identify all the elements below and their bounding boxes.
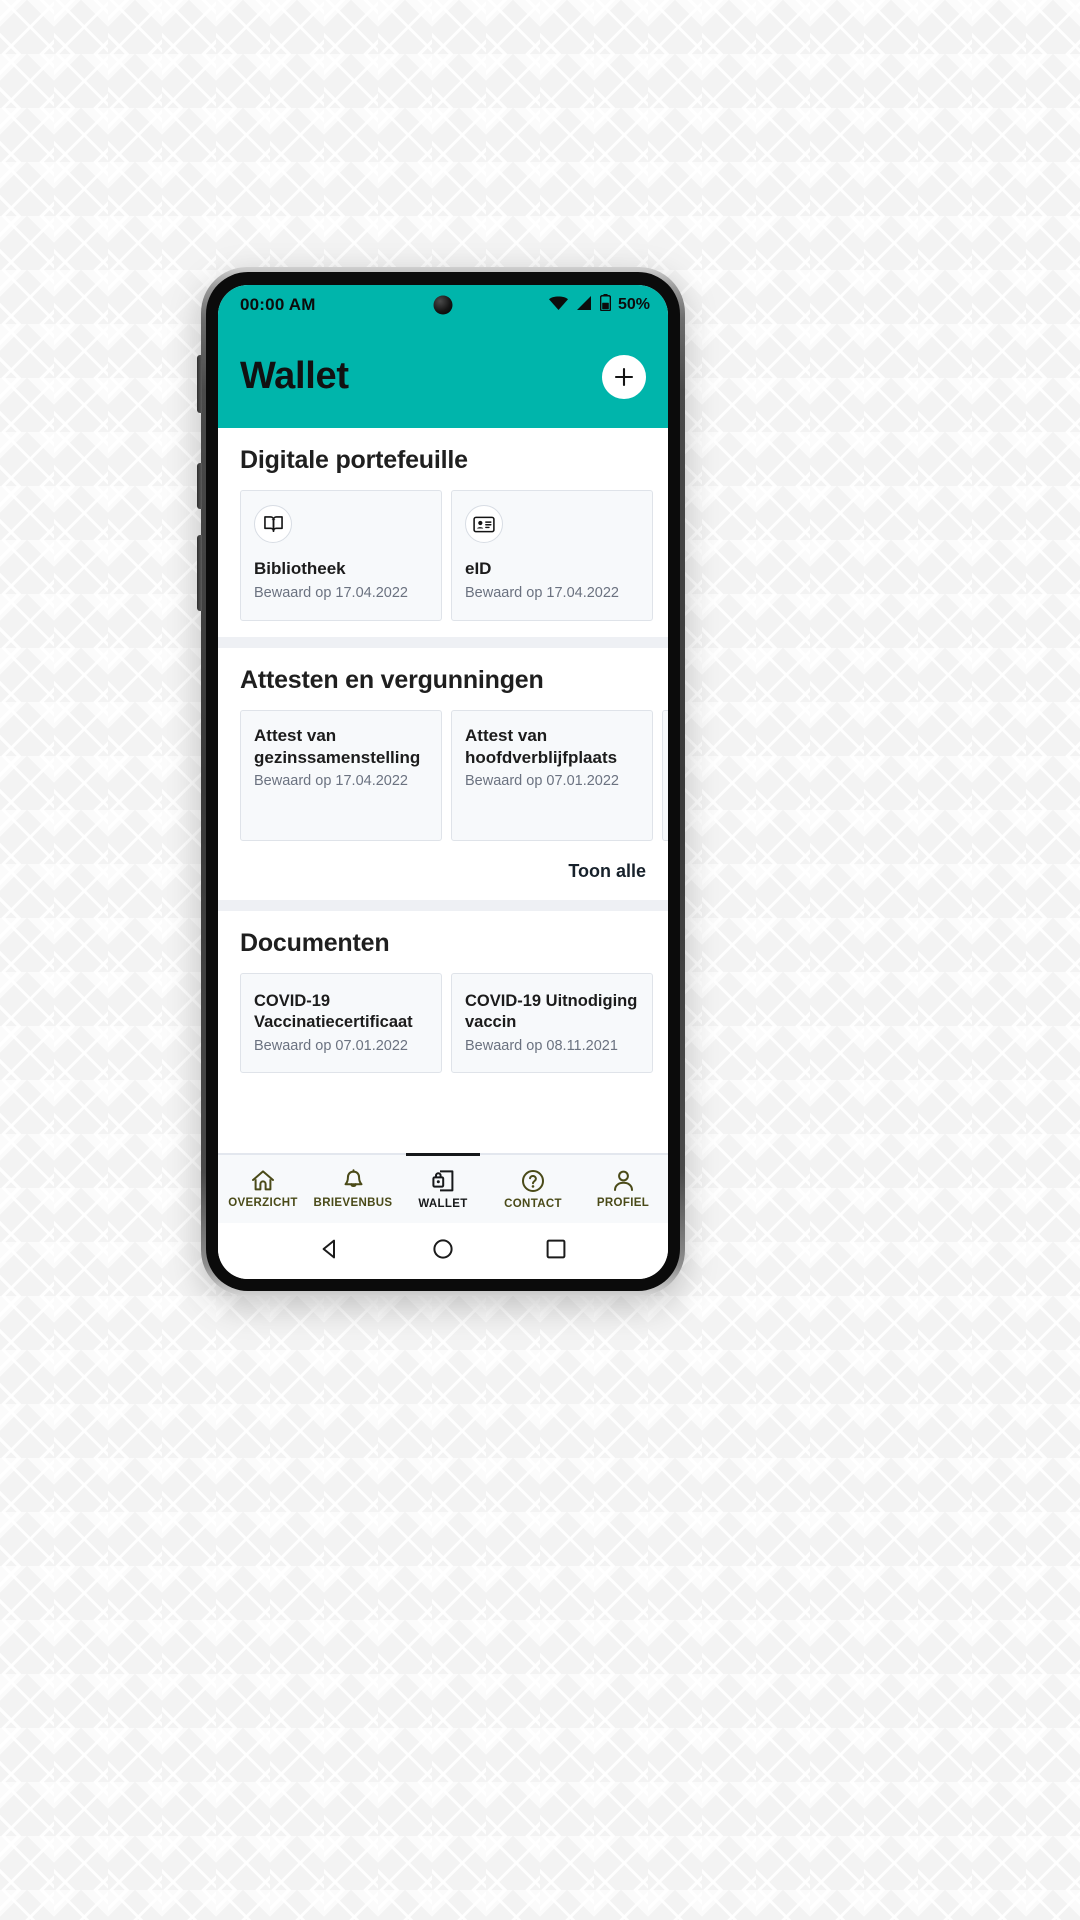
nav-item-wallet[interactable]: WALLET (398, 1153, 488, 1223)
card-title: Attest van gezinssamenstelling (254, 726, 421, 767)
status-icons: 50% (548, 294, 650, 316)
card-saved-date: Bewaard op 08.11.2021 (465, 1037, 618, 1054)
app-bar: Wallet (218, 325, 668, 428)
card-title: COVID-19 Uitnodiging vaccin (465, 992, 638, 1031)
show-all-wrapper: Toon alle (218, 841, 668, 884)
card-saved-date: Bewaard op 07.01.2022 (254, 1037, 408, 1054)
bottom-navigation: OVERZICHT BRIEVENBUS WALLET CONTACT PROF… (218, 1153, 668, 1223)
document-card-vaccinatiecertificaat[interactable]: COVID-19 Vaccinatiecertificaat Bewaard o… (240, 973, 442, 1073)
person-icon (612, 1169, 635, 1192)
wifi-icon (548, 295, 569, 316)
question-circle-icon (521, 1169, 545, 1193)
card-title: Attest van hoofdverblijfplaats (465, 726, 618, 767)
attest-card-hoofdverblijfplaats[interactable]: Attest van hoofdverblijfplaats Bewaard o… (451, 710, 653, 841)
content-spacer (218, 1089, 668, 1153)
show-all-button[interactable]: Toon alle (568, 861, 646, 882)
section-documenten: Documenten COVID-19 Vaccinatiecertificaa… (218, 911, 668, 1089)
nav-label: OVERZICHT (228, 1197, 298, 1209)
section-title: Attesten en vergunningen (240, 666, 544, 694)
phone-mockup: 00:00 AM 50% Wallet Digitale portefeuill… (197, 267, 685, 1296)
bell-icon (342, 1169, 365, 1192)
phone-side-button-bottom[interactable] (197, 535, 202, 611)
section-title: Documenten (240, 929, 390, 957)
cellular-signal-icon (576, 295, 593, 316)
back-triangle-icon[interactable] (319, 1238, 341, 1265)
plus-icon (614, 367, 634, 387)
card-saved-date: Bewaard op 17.04.2022 (254, 584, 408, 601)
id-card-icon (465, 505, 503, 543)
phone-bezel: 00:00 AM 50% Wallet Digitale portefeuill… (206, 272, 680, 1291)
nav-item-profiel[interactable]: PROFIEL (578, 1155, 668, 1223)
camera-punch-hole (433, 295, 453, 315)
card-saved-date: Bewaard op 17.04.2022 (254, 773, 408, 790)
card-carousel-wallet[interactable]: Bibliotheek Bewaard op 17.04.2022 eID Be… (218, 490, 668, 621)
card-saved-date: Bewaard op 17.04.2022 (465, 584, 619, 601)
nav-label: WALLET (418, 1197, 468, 1210)
home-icon (251, 1169, 275, 1192)
wallet-card-eid[interactable]: eID Bewaard op 17.04.2022 (451, 490, 653, 621)
document-card-uitnodiging-vaccin[interactable]: COVID-19 Uitnodiging vaccin Bewaard op 0… (451, 973, 653, 1073)
attest-card-partial[interactable]: Attest van Bewaa (662, 710, 668, 841)
nav-item-overzicht[interactable]: OVERZICHT (218, 1155, 308, 1223)
section-divider (218, 900, 668, 911)
card-title: COVID-19 Vaccinatiecertificaat (254, 992, 413, 1031)
page-root: 00:00 AM 50% Wallet Digitale portefeuill… (0, 0, 1080, 1920)
section-digitale-portefeuille: Digitale portefeuille Bibliotheek Bewaar… (218, 428, 668, 637)
phone-side-button-middle[interactable] (197, 463, 202, 509)
attest-card-gezinssamenstelling[interactable]: Attest van gezinssamenstelling Bewaard o… (240, 710, 442, 841)
status-clock: 00:00 AM (240, 295, 316, 314)
recents-square-icon[interactable] (545, 1238, 567, 1265)
android-system-nav (218, 1223, 668, 1279)
battery-icon (599, 294, 612, 316)
wallet-lock-icon (431, 1169, 455, 1193)
phone-side-button-top[interactable] (197, 355, 202, 413)
card-carousel-documenten[interactable]: COVID-19 Vaccinatiecertificaat Bewaard o… (218, 973, 668, 1073)
status-bar: 00:00 AM 50% (218, 285, 668, 325)
home-circle-icon[interactable] (432, 1238, 454, 1265)
nav-label: BRIEVENBUS (313, 1197, 393, 1209)
section-divider (218, 637, 668, 648)
card-title: eID (465, 559, 492, 578)
wallet-content: Digitale portefeuille Bibliotheek Bewaar… (218, 428, 668, 1153)
section-title: Digitale portefeuille (240, 446, 468, 474)
card-title: Bibliotheek (254, 559, 346, 578)
section-attesten-en-vergunningen: Attesten en vergunningen Attest van gezi… (218, 648, 668, 900)
add-button[interactable] (602, 354, 646, 399)
card-saved-date: Bewaard op 07.01.2022 (465, 773, 619, 790)
nav-item-brievenbus[interactable]: BRIEVENBUS (308, 1155, 398, 1223)
nav-label: CONTACT (504, 1197, 562, 1210)
nav-label: PROFIEL (596, 1197, 650, 1209)
page-title: Wallet (240, 355, 349, 397)
phone-screen: 00:00 AM 50% Wallet Digitale portefeuill… (218, 285, 668, 1279)
battery-percentage: 50% (617, 296, 650, 313)
book-icon (254, 505, 292, 543)
nav-item-contact[interactable]: CONTACT (488, 1155, 578, 1223)
wallet-card-bibliotheek[interactable]: Bibliotheek Bewaard op 17.04.2022 (240, 490, 442, 621)
card-carousel-attesten[interactable]: Attest van gezinssamenstelling Bewaard o… (218, 710, 668, 841)
